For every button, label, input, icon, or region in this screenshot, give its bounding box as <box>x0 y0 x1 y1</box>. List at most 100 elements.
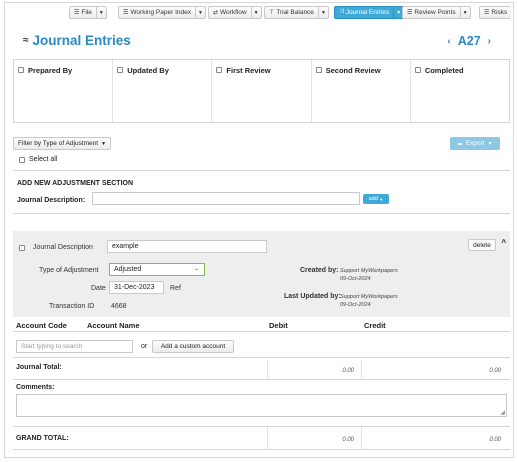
journal-total-credit: 0.00 <box>489 368 501 374</box>
signoff-first-review[interactable]: First Review <box>212 60 312 122</box>
type-of-adjustment-label: Type of Adjustment <box>39 267 99 274</box>
signoff-label: Prepared By <box>28 66 73 75</box>
checkbox[interactable] <box>117 67 124 73</box>
column-account-code: Account Code <box>16 321 67 330</box>
last-updated-by-label: Last Updated by: <box>284 293 341 300</box>
transaction-id-label: Transaction ID <box>49 303 95 310</box>
journal-total-debit: 0.00 <box>342 368 354 374</box>
trial-balance-button[interactable]: ⊤ Trial Balance ▼ <box>264 6 329 19</box>
grand-total-debit: 0.00 <box>342 437 354 443</box>
list-icon: ☰ <box>407 10 413 16</box>
journal-total-row: Journal Total: 0.00 0.00 <box>13 360 510 380</box>
checkbox[interactable] <box>216 67 223 73</box>
export-label: Export <box>465 140 485 147</box>
chevron-down-icon[interactable]: ▼ <box>95 7 106 18</box>
delete-button[interactable]: delete <box>468 239 496 251</box>
add-custom-account-button[interactable]: Add a custom account <box>152 340 234 353</box>
checkbox[interactable] <box>19 157 25 163</box>
column-divider <box>361 360 362 379</box>
account-search-input[interactable]: Start typing to search <box>16 340 133 353</box>
journal-entries-window: ☰ File ▼ ☰ Working Paper Index ▼ ⇄ Workflow… <box>4 2 514 458</box>
working-paper-ref: ‹ A27 › <box>447 34 491 48</box>
add-button[interactable]: add ▼ <box>363 194 389 204</box>
checkbox[interactable] <box>315 67 322 73</box>
journal-entries-label: Journal Entries <box>345 9 390 16</box>
entry-checkbox[interactable] <box>19 245 25 251</box>
date-input[interactable]: 31-Dec-2023 <box>109 281 164 294</box>
resize-grip-icon[interactable]: ◢ <box>500 409 505 416</box>
signoff-second-review[interactable]: Second Review <box>312 60 411 122</box>
signoff-label: Completed <box>424 66 464 75</box>
list-icon: ☰ <box>123 10 129 16</box>
caret-up-icon[interactable]: ^ <box>501 238 506 247</box>
export-button[interactable]: ➦ Export ▼ <box>450 137 500 150</box>
signoff-label: Second Review <box>325 66 381 75</box>
workflow-icon: ⇄ <box>213 10 219 16</box>
signoff-label: First Review <box>226 66 271 75</box>
grand-total-row: GRAND TOTAL: 0.00 0.00 <box>13 426 510 450</box>
filter-by-type-button[interactable]: Filter by Type of Adjustment ▼ <box>13 137 112 150</box>
select-all-checkbox[interactable]: Select all <box>19 156 57 163</box>
workflow-button[interactable]: ⇄ Workflow ▼ <box>208 6 262 19</box>
chevron-down-icon: ▼ <box>379 196 384 202</box>
chevron-down-icon[interactable]: ▼ <box>317 7 328 18</box>
journal-entry-panel: Journal Description example Type of Adju… <box>13 231 510 317</box>
signoff-label: Updated By <box>127 66 169 75</box>
column-divider <box>361 427 362 449</box>
chevron-down-icon[interactable]: ▼ <box>250 7 261 18</box>
ref-label: Ref <box>170 285 181 292</box>
journal-entries-button[interactable]: ⤨ Journal Entries ▼ <box>334 6 405 19</box>
workflow-label: Workflow <box>220 9 247 16</box>
toolbar: ☰ File ▼ ☰ Working Paper Index ▼ ⇄ Workflow… <box>5 3 513 21</box>
risks-label: Risks <box>491 9 508 16</box>
accounts-table-header: Account Code Account Name Debit Credit <box>13 317 510 332</box>
share-icon: ➦ <box>457 140 463 148</box>
type-of-adjustment-value: Adjusted <box>114 266 142 273</box>
file-menu-button[interactable]: ☰ File ▼ <box>69 6 107 19</box>
column-divider <box>267 360 268 379</box>
working-paper-index-label: Working Paper Index <box>130 9 191 16</box>
signoff-prepared-by[interactable]: Prepared By <box>14 60 114 122</box>
journal-description-label: Journal Description: <box>17 197 86 204</box>
shuffle-icon: ⤨ <box>339 9 344 15</box>
trial-balance-label: Trial Balance <box>276 9 314 16</box>
chevron-down-icon[interactable]: ▼ <box>194 7 205 18</box>
select-all-label: Select all <box>29 156 58 163</box>
filter-label: Filter by Type of Adjustment <box>18 140 99 147</box>
signoff-updated-by[interactable]: Updated By <box>113 60 213 122</box>
chevron-down-icon[interactable]: ▼ <box>459 7 470 18</box>
created-date: 09-Oct-2024 <box>340 276 371 282</box>
chevron-left-icon[interactable]: ‹ <box>447 36 450 47</box>
last-updated-date: 09-Oct-2024 <box>340 302 371 308</box>
journal-description-input[interactable] <box>92 192 360 205</box>
review-points-button[interactable]: ☰ Review Points ▼ <box>402 6 471 19</box>
risks-button[interactable]: ☰ Risks <box>479 6 512 19</box>
review-points-label: Review Points <box>414 9 456 16</box>
or-label: or <box>141 343 148 350</box>
comments-textarea[interactable]: ◢ <box>16 394 507 417</box>
chevron-right-icon[interactable]: › <box>488 36 491 47</box>
double-chevron-up-icon[interactable]: ≈ <box>23 35 29 46</box>
column-debit: Debit <box>269 321 288 330</box>
checkbox[interactable] <box>414 67 421 73</box>
working-paper-index-button[interactable]: ☰ Working Paper Index ▼ <box>118 6 206 19</box>
created-by-label: Created by: <box>300 267 339 274</box>
account-search-row: Start typing to search or Add a custom a… <box>13 334 510 358</box>
comments-label: Comments: <box>16 384 55 391</box>
chevron-down-icon: ⌄ <box>193 266 199 272</box>
file-menu-label: File <box>81 9 92 16</box>
journal-total-label: Journal Total: <box>16 364 62 371</box>
transaction-id-value: 4668 <box>111 303 127 310</box>
working-paper-ref-text: A27 <box>457 34 481 48</box>
column-divider <box>267 427 268 449</box>
date-label: Date <box>91 285 106 292</box>
signoff-completed[interactable]: Completed <box>411 60 509 122</box>
chevron-down-icon: ▼ <box>101 140 107 147</box>
checkbox[interactable] <box>18 67 24 73</box>
type-of-adjustment-select[interactable]: Adjusted ⌄ <box>109 263 205 276</box>
entry-description-input[interactable]: example <box>107 240 267 253</box>
list-icon: ☰ <box>74 10 80 16</box>
add-adjustment-section: ADD NEW ADJUSTMENT SECTION Journal Descr… <box>13 170 510 214</box>
signoff-panel: Prepared By Updated By First Review Seco… <box>13 59 510 123</box>
created-by-value: Support MyWorkpapers <box>340 268 398 274</box>
